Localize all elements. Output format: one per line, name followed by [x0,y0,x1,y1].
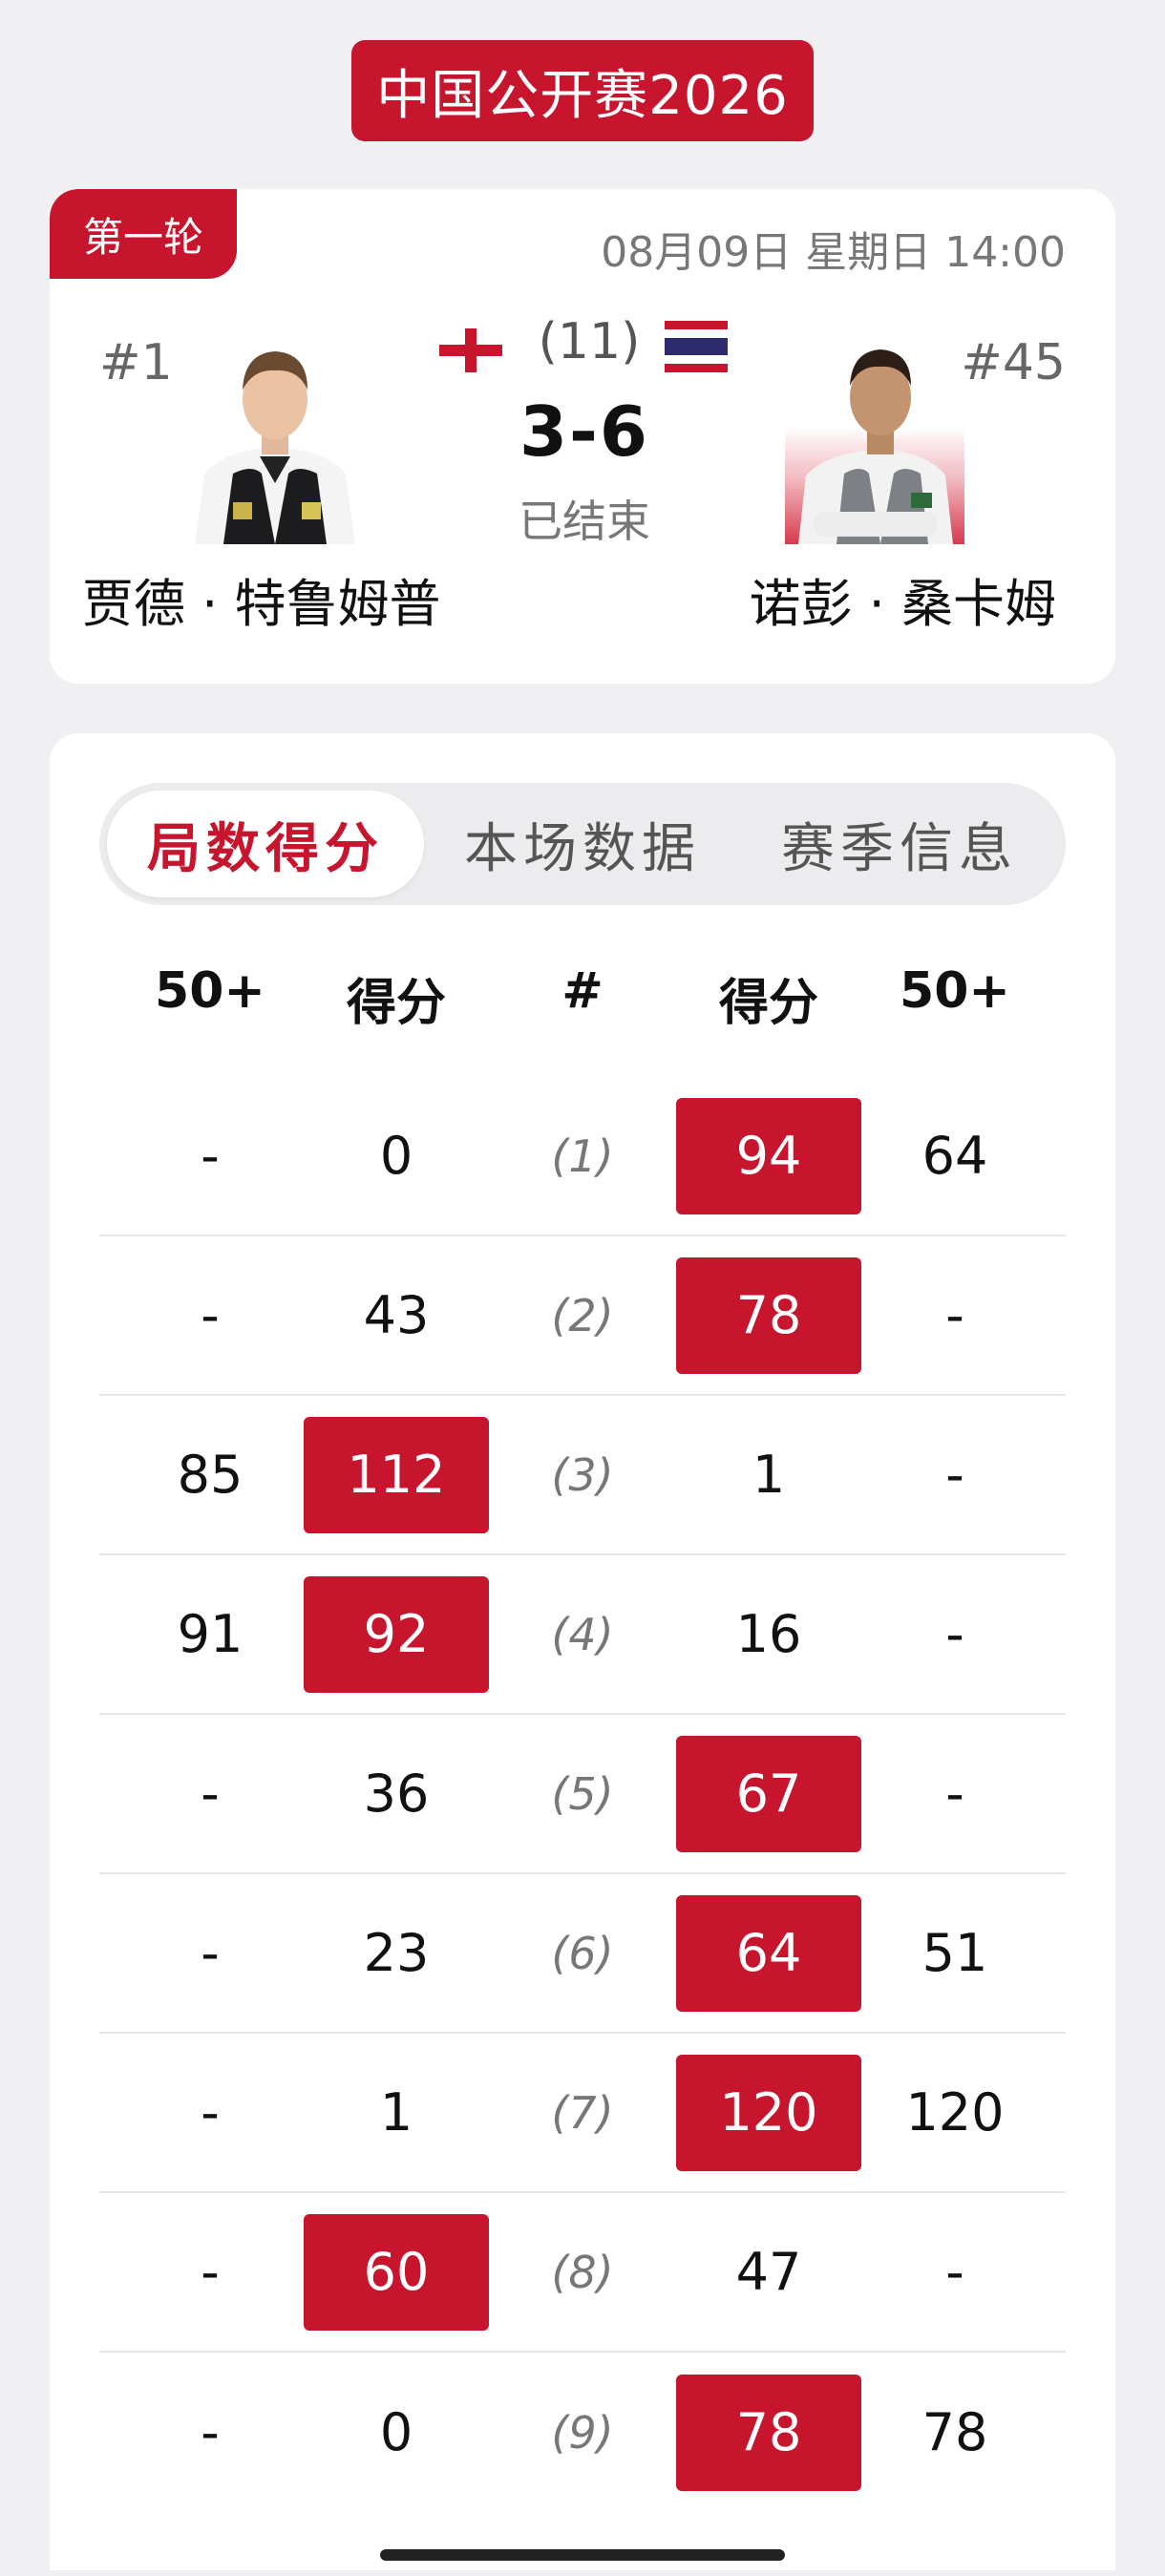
frame-row: - 1 (7) 120 120 [99,2034,1066,2193]
frames-table: - 0 (1) 94 64 - 43 (2) 78 - 85 112 (3) 1 - 91 92 (4) 16 - - 3… [99,1077,1066,2512]
stats-card: 局数得分 本场数据 赛季信息 50+ 得分 # 得分 50+ - 0 (1) 94 64… [50,733,1115,2570]
frame-number-cell: (8) [551,2246,614,2298]
right-break-cell: - [945,1604,964,1664]
match-status: 已结束 [519,496,650,547]
left-score-cell: 60 [304,2213,489,2331]
left-break-cell: - [201,1923,220,1983]
left-break-cell: - [201,1126,220,1186]
round-badge: 第一轮 [50,189,237,279]
left-score-cell: 23 [363,1923,430,1983]
frame-row: - 36 (5) 67 - [99,1715,1066,1874]
match-datetime: 08月09日 星期日 14:00 [601,228,1066,277]
right-score-cell: 67 [676,1735,861,1852]
tournament-title: 中国公开赛2026 [351,40,814,141]
player-left-rank: #1 [99,334,173,391]
frame-number-cell: (5) [551,1767,614,1820]
left-break-cell: - [201,1763,220,1824]
right-break-cell: - [945,1763,964,1824]
header-frame-number: # [561,962,604,1020]
right-score-cell: 78 [676,1256,861,1374]
right-break-cell: 78 [921,2402,988,2462]
thailand-flag-icon [665,321,728,372]
right-score-cell: 1 [752,1445,786,1505]
left-break-cell: - [201,1285,220,1345]
frame-number-cell: (1) [551,1130,614,1182]
right-break-cell: 51 [921,1923,988,1983]
left-score-cell: 112 [304,1416,489,1533]
right-score-cell: 94 [676,1097,861,1214]
player-right-rank: #45 [961,334,1066,391]
frame-number-cell: (2) [551,1289,614,1341]
frame-number-cell: (6) [551,1927,614,1979]
header-left-score: 得分 [346,975,446,1032]
tab-frame-scores[interactable]: 局数得分 [107,791,424,897]
right-break-cell: 64 [921,1126,988,1186]
left-break-cell: 91 [177,1604,244,1664]
left-score-cell: 92 [304,1575,489,1693]
left-break-cell: 85 [177,1445,244,1505]
right-break-cell: - [945,1445,964,1505]
best-of-frames: (11) [538,313,641,370]
left-score-cell: 0 [379,2402,413,2462]
tab-bar: 局数得分 本场数据 赛季信息 [99,783,1066,905]
frame-row: 85 112 (3) 1 - [99,1396,1066,1555]
left-score-cell: 1 [379,2082,413,2143]
header-left-break: 50+ [155,962,265,1020]
frame-number-cell: (9) [551,2406,614,2459]
left-break-cell: - [201,2242,220,2302]
right-break-cell: - [945,2242,964,2302]
right-score-cell: 16 [735,1604,802,1664]
home-indicator[interactable] [380,2549,785,2561]
right-score-cell: 78 [676,2374,861,2491]
right-score-cell: 47 [735,2242,802,2302]
left-break-cell: - [201,2402,220,2462]
england-flag-icon [439,325,502,376]
frame-number-cell: (4) [551,1608,614,1660]
header-right-score: 得分 [718,975,818,1032]
frame-number-cell: (7) [551,2086,614,2139]
left-score-cell: 43 [363,1285,430,1345]
right-break-cell: 120 [905,2082,1005,2143]
right-score-cell: 64 [676,1894,861,2012]
frame-row: - 23 (6) 64 51 [99,1874,1066,2034]
left-break-cell: - [201,2082,220,2143]
frame-row: - 60 (8) 47 - [99,2193,1066,2353]
right-break-cell: - [945,1285,964,1345]
right-score-cell: 120 [676,2054,861,2171]
match-card[interactable]: 第一轮 08月09日 星期日 14:00 #1 #45 贾德 · 特鲁姆普 诺彭… [50,189,1115,684]
player-right-avatar[interactable] [785,330,964,544]
frame-row: - 0 (9) 78 78 [99,2353,1066,2512]
tab-match-stats[interactable]: 本场数据 [424,791,741,897]
player-right-name[interactable]: 诺彭 · 桑卡姆 [750,561,1057,637]
match-score: 3-6 [519,391,650,472]
left-score-cell: 36 [363,1763,430,1824]
player-left-name[interactable]: 贾德 · 特鲁姆普 [82,561,441,637]
frame-number-cell: (3) [551,1448,614,1501]
player-left-avatar[interactable] [185,330,365,544]
header-right-break: 50+ [900,962,1010,1020]
tab-season-info[interactable]: 赛季信息 [741,791,1058,897]
frame-row: - 0 (1) 94 64 [99,1077,1066,1236]
left-score-cell: 0 [379,1126,413,1186]
frame-row: - 43 (2) 78 - [99,1236,1066,1396]
table-header: 50+ 得分 # 得分 50+ [50,962,1115,1048]
frame-row: 91 92 (4) 16 - [99,1555,1066,1715]
